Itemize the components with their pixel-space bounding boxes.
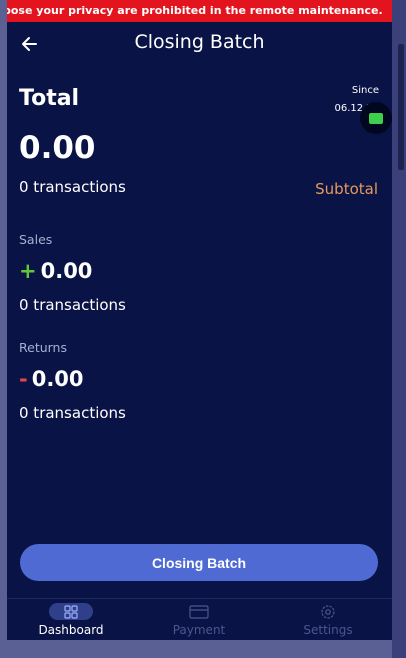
nav-settings-icon-pill [306,603,350,620]
page-title: Closing Batch [134,31,265,53]
minus-icon: - [19,367,28,391]
grid-icon [64,605,78,619]
nav-label-dashboard: Dashboard [38,623,104,637]
nav-dashboard-icon-pill [49,603,93,620]
sales-transactions: 0 transactions [19,296,126,314]
window-edge-handle [398,44,404,170]
sales-amount-row: +0.00 [19,259,92,283]
returns-amount: 0.00 [31,367,84,391]
nav-label-settings: Settings [303,623,353,637]
returns-transactions: 0 transactions [19,404,126,422]
app-header: Closing Batch [7,26,392,66]
sales-label: Sales [19,232,53,247]
total-amount: 0.00 [19,130,96,166]
nav-item-settings[interactable]: Settings [264,599,392,640]
nav-payment-icon-pill [177,603,221,620]
gear-icon [321,605,335,619]
nav-label-payment: Payment [172,623,226,637]
returns-amount-row: -0.00 [19,367,84,391]
total-transactions: 0 transactions [19,178,126,196]
privacy-warning-banner: pose your privacy are prohibited in the … [7,0,392,22]
closing-batch-button[interactable]: Closing Batch [20,544,378,581]
remote-session-button[interactable] [360,102,392,134]
app-screen: pose your privacy are prohibited in the … [7,0,392,640]
total-heading: Total [19,86,80,111]
bottom-navigation: Dashboard Payment Settings [7,598,392,640]
subtotal-link[interactable]: Subtotal [315,180,378,198]
since-label: Since [351,85,379,96]
screen-share-icon [369,113,383,124]
nav-item-dashboard[interactable]: Dashboard [7,599,135,640]
plus-icon: + [19,259,37,283]
returns-label: Returns [19,340,67,355]
nav-item-payment[interactable]: Payment [135,599,263,640]
card-icon [189,605,209,619]
sales-amount: 0.00 [40,259,93,283]
